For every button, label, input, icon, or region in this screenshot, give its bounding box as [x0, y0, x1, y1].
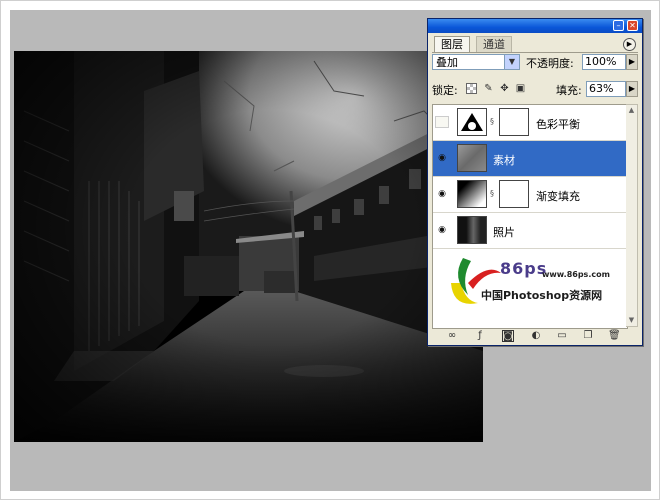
lock-transparency-icon[interactable] — [466, 83, 477, 94]
layer-row-color-balance[interactable]: § 色彩平衡 — [433, 105, 627, 141]
brand-text: 86ps — [500, 259, 548, 278]
opacity-arrow-icon[interactable]: ▶ — [626, 54, 638, 70]
brand-url: www.86ps.com — [542, 270, 610, 279]
tab-channels[interactable]: 通道 — [476, 36, 512, 52]
fill-input[interactable]: 63% — [586, 81, 626, 97]
layer-row-gradient-fill[interactable]: ◉ § 渐变填充 — [433, 177, 627, 213]
street-photo — [14, 51, 483, 442]
adjustment-layer-icon[interactable]: ◐ — [530, 330, 542, 342]
lock-pixels-brush-icon[interactable]: ✎ — [483, 83, 494, 94]
new-group-folder-icon[interactable]: ▭ — [556, 330, 568, 342]
swoosh-logo-icon — [451, 258, 501, 304]
eye-icon[interactable]: ◉ — [435, 188, 449, 200]
blend-mode-value: 叠加 — [436, 56, 458, 69]
document-canvas[interactable] — [14, 51, 483, 442]
add-mask-icon[interactable]: ◙ — [502, 330, 514, 342]
panel-tabs: 图层 通道 ▶ — [432, 36, 638, 53]
layer-row-texture[interactable]: ◉ 素材 — [433, 141, 627, 177]
opacity-input[interactable]: 100% — [582, 54, 626, 70]
eye-icon[interactable]: ◉ — [435, 224, 449, 236]
photo-thumbnail — [457, 216, 487, 244]
visibility-toggle-off[interactable] — [435, 116, 449, 128]
new-layer-icon[interactable]: ❐ — [582, 330, 594, 342]
layer-name: 照片 — [493, 226, 515, 239]
layers-panel: – ✕ 图层 通道 ▶ 叠加 ▼ 不透明度: 100% ▶ 锁定: ✎ ✥ ▣ … — [427, 18, 643, 346]
tab-layers[interactable]: 图层 — [434, 36, 470, 52]
layer-name: 渐变填充 — [536, 190, 580, 203]
minimize-button[interactable]: – — [613, 20, 624, 31]
window-frame: – ✕ 图层 通道 ▶ 叠加 ▼ 不透明度: 100% ▶ 锁定: ✎ ✥ ▣ … — [0, 0, 660, 500]
trash-icon[interactable]: 🗑 — [608, 330, 621, 342]
fill-arrow-icon[interactable]: ▶ — [626, 81, 638, 97]
lock-position-move-icon[interactable]: ✥ — [499, 83, 510, 94]
chevron-down-icon[interactable]: ▼ — [504, 55, 519, 69]
adjustment-thumbnail-icon — [457, 108, 487, 136]
link-layers-icon[interactable]: ∞ — [446, 330, 458, 342]
layer-style-icon[interactable]: ƒ — [474, 330, 486, 342]
panel-menu-icon[interactable]: ▶ — [623, 38, 636, 51]
layers-scrollbar[interactable]: ▲ ▼ — [626, 104, 638, 327]
panel-footer: ∞ ƒ ◙ ◐ ▭ ❐ 🗑 — [432, 328, 638, 344]
lock-all-padlock-icon[interactable]: ▣ — [515, 83, 526, 94]
layer-row-photo[interactable]: ◉ 照片 — [433, 213, 627, 249]
layer-name: 色彩平衡 — [536, 118, 580, 131]
layer-mask-thumbnail[interactable] — [499, 108, 529, 136]
layers-list: § 色彩平衡 ◉ 素材 ◉ § 渐变填充 ◉ 照片 86ps www.86ps.… — [432, 104, 628, 329]
scroll-down-icon[interactable]: ▼ — [626, 315, 637, 326]
layer-name: 素材 — [493, 154, 515, 167]
panel-titlebar[interactable]: – ✕ — [428, 19, 642, 33]
layer-mask-thumbnail[interactable] — [499, 180, 529, 208]
brand-tagline: 中国Photoshop资源网 — [481, 289, 603, 302]
fill-label: 填充: — [556, 84, 582, 97]
lock-label: 锁定: — [432, 84, 458, 97]
close-button[interactable]: ✕ — [627, 20, 638, 31]
lock-row: 锁定: ✎ ✥ ▣ 填充: 63% ▶ — [432, 81, 638, 99]
watermark-logo: 86ps www.86ps.com 中国Photoshop资源网 — [443, 253, 623, 313]
eye-icon[interactable]: ◉ — [435, 152, 449, 164]
link-chain-icon[interactable]: § — [490, 188, 496, 200]
opacity-label: 不透明度: — [526, 57, 574, 70]
gradient-thumbnail — [457, 180, 487, 208]
layer-thumbnail — [457, 144, 487, 172]
scroll-up-icon[interactable]: ▲ — [626, 105, 637, 116]
link-chain-icon[interactable]: § — [490, 116, 496, 128]
blend-mode-select[interactable]: 叠加 ▼ — [432, 54, 520, 70]
blend-row: 叠加 ▼ 不透明度: 100% ▶ — [432, 54, 638, 72]
